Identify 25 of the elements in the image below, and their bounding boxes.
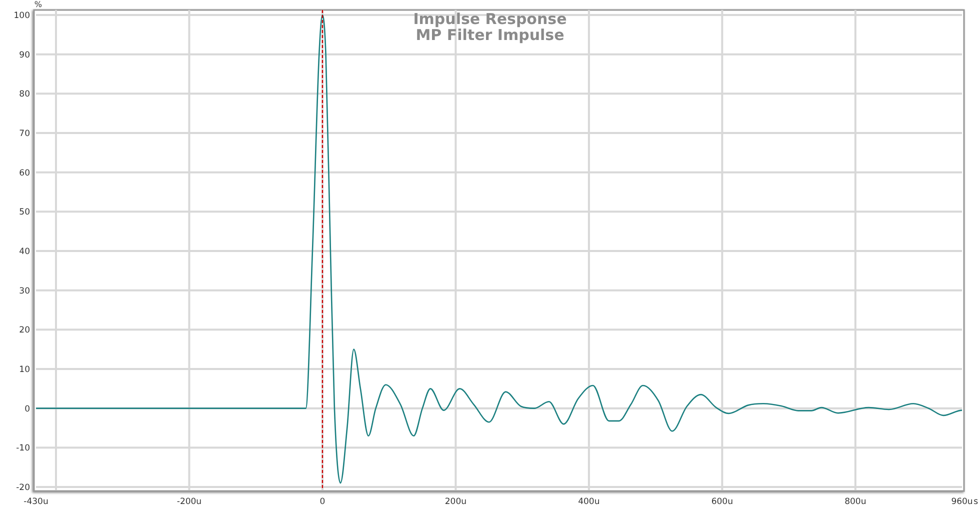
axis-tick-label: 600u: [711, 497, 733, 507]
axis-tick-label: -20: [16, 483, 30, 493]
axis-tick-label: 400u: [578, 497, 600, 507]
axis-unit-label: s: [974, 497, 978, 507]
axis-tick-label: -430u: [24, 497, 48, 507]
axis-tick-label: 200u: [444, 497, 466, 507]
axis-tick-label: 30: [19, 286, 30, 296]
axis-tick-label: 90: [19, 50, 30, 60]
axis-tick-label: 10: [19, 365, 30, 375]
axis-tick-label: 100: [14, 11, 30, 21]
axis-tick-label: 0: [24, 404, 30, 414]
chart-title: Impulse Response: [413, 10, 567, 28]
axis-tick-label: 0: [320, 497, 326, 507]
axis-tick-label: 960u: [951, 497, 973, 507]
axis-tick-label: -10: [16, 444, 30, 454]
axis-tick-label: 60: [19, 168, 30, 178]
chart-subtitle: MP Filter Impulse: [416, 26, 564, 44]
axis-tick-label: -200u: [176, 497, 202, 507]
axis-tick-label: 800u: [844, 497, 866, 507]
axis-tick-label: 40: [19, 247, 30, 257]
axis-tick-label: 70: [19, 129, 30, 139]
axis-tick-label: 80: [19, 90, 30, 100]
axis-unit-label: %: [34, 0, 42, 9]
axis-tick-label: 50: [19, 208, 30, 218]
axis-tick-label: 20: [19, 326, 30, 336]
